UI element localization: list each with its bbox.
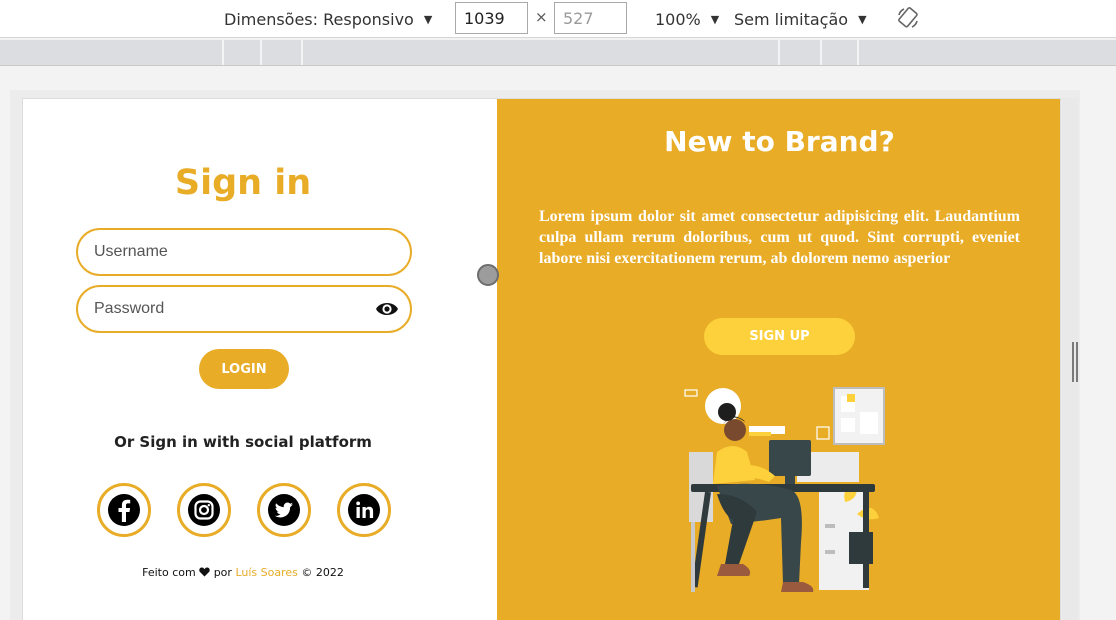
linkedin-icon: [348, 494, 380, 526]
username-field[interactable]: Username: [76, 228, 412, 276]
signup-title: New to Brand?: [664, 125, 895, 158]
person-working-illustration: [684, 387, 885, 592]
twitter-button[interactable]: [257, 483, 311, 537]
signup-button[interactable]: SIGN UP: [704, 318, 855, 355]
linkedin-button[interactable]: [337, 483, 391, 537]
instagram-icon: [188, 494, 220, 526]
eye-icon[interactable]: [375, 298, 399, 320]
facebook-button[interactable]: [97, 483, 151, 537]
social-signin-text: Or Sign in with social platform: [114, 433, 372, 451]
times-separator: ×: [535, 8, 548, 26]
emulated-viewport: Sign in Username Password LOGIN Or Sign …: [22, 98, 1061, 620]
height-input[interactable]: 527: [554, 2, 627, 34]
resize-handle[interactable]: [1070, 342, 1080, 382]
media-query-ruler: [0, 40, 1116, 65]
chevron-down-icon: ▼: [858, 12, 867, 26]
facebook-icon: [108, 494, 140, 526]
heart-icon: [199, 567, 210, 577]
password-placeholder: Password: [94, 300, 165, 317]
dimensions-dropdown[interactable]: Dimensões: Responsivo ▼: [224, 0, 432, 38]
devtools-toolbar: Dimensões: Responsivo ▼ 1039 × 527 100% …: [0, 0, 1116, 38]
footer-suffix: © 2022: [301, 566, 344, 579]
zoom-dropdown[interactable]: 100% ▼: [655, 0, 719, 38]
dimensions-label: Dimensões: Responsivo: [224, 9, 414, 29]
touch-cursor: [477, 264, 499, 286]
chevron-down-icon: ▼: [423, 12, 433, 26]
rotate-icon[interactable]: [896, 6, 920, 30]
zoom-label: 100%: [655, 9, 701, 29]
instagram-button[interactable]: [177, 483, 231, 537]
username-placeholder: Username: [94, 243, 168, 260]
throttle-label: Sem limitação: [734, 9, 849, 29]
signin-title: Sign in: [174, 163, 312, 203]
signin-panel: Sign in Username Password LOGIN Or Sign …: [23, 99, 497, 620]
footer-credit: Feito com por Luís Soares © 2022: [23, 566, 463, 579]
signup-panel: New to Brand? Lorem ipsum dolor sit amet…: [497, 99, 1060, 620]
password-field[interactable]: Password: [76, 285, 412, 333]
footer-middle: por: [213, 566, 232, 579]
width-input[interactable]: 1039: [455, 2, 528, 34]
chevron-down-icon: ▼: [710, 12, 720, 26]
ruler-divider: [0, 65, 1116, 66]
author-link[interactable]: Luís Soares: [235, 566, 297, 579]
throttle-dropdown[interactable]: Sem limitação ▼: [734, 0, 867, 38]
twitter-icon: [268, 494, 300, 526]
signup-description: Lorem ipsum dolor sit amet consectetur a…: [539, 208, 1020, 267]
login-button[interactable]: LOGIN: [199, 349, 289, 389]
footer-prefix: Feito com: [142, 566, 196, 579]
